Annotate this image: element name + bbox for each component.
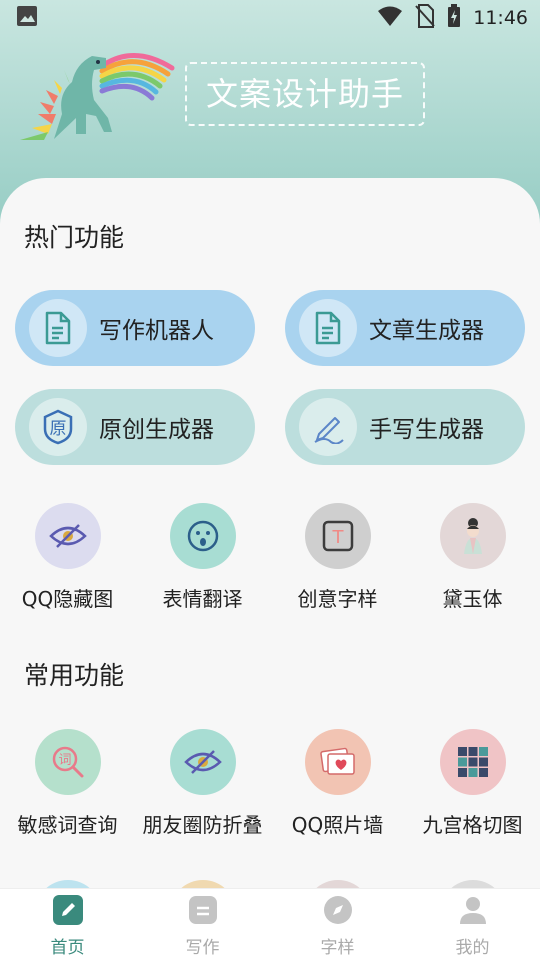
home-pen-icon: [52, 895, 83, 929]
pill-label: 手写生成器: [369, 417, 484, 443]
pill-label: 原创生成器: [99, 417, 214, 443]
bottom-navigation: 首页 写作 字样 我的: [0, 888, 540, 960]
wifi-icon: [377, 5, 403, 31]
eye-hidden-icon: [34, 503, 101, 569]
pill-label: 文章生成器: [369, 318, 484, 344]
creative-text-item[interactable]: T 创意字样: [270, 503, 405, 623]
next-row-item-2[interactable]: [170, 880, 236, 888]
grid-label: 敏感词查询: [17, 813, 118, 837]
grid-label: QQ照片墙: [291, 813, 384, 837]
nav-writing[interactable]: 写作: [135, 889, 270, 960]
grid-label: 创意字样: [297, 587, 378, 611]
content-card: 热门功能 写作机器人 文章生成器 原 原创生成器 手写生成器 QQ隐藏图 表情翻…: [0, 178, 540, 888]
hot-section-title: 热门功能: [24, 223, 125, 252]
nine-grid-icon: [439, 729, 506, 795]
next-row-item-4[interactable]: [440, 880, 506, 888]
pill-label: 写作机器人: [99, 318, 214, 344]
handwriting-generator-button[interactable]: 手写生成器: [285, 389, 525, 465]
text-frame-char: T: [331, 527, 344, 548]
emoji-translate-item[interactable]: 表情翻译: [135, 503, 270, 623]
eye-hidden-icon: [169, 729, 236, 795]
moments-anti-fold-item[interactable]: 朋友圈防折叠: [135, 729, 270, 849]
original-seal-icon: 原: [29, 398, 87, 456]
grid-label: 黛玉体: [442, 587, 503, 611]
grid-label: 朋友圈防折叠: [142, 813, 263, 837]
nav-label: 写作: [185, 938, 220, 958]
original-generator-button[interactable]: 原 原创生成器: [15, 389, 255, 465]
clock: 11:46: [473, 7, 528, 29]
pen-icon: [299, 398, 357, 456]
photo-wall-icon: [304, 729, 371, 795]
word-search-char: 词: [58, 753, 71, 768]
qq-photo-wall-item[interactable]: QQ照片墙: [270, 729, 405, 849]
nav-label: 首页: [50, 938, 85, 958]
nav-label: 我的: [455, 938, 490, 958]
writing-robot-button[interactable]: 写作机器人: [15, 290, 255, 366]
dinosaur-rainbow-illustration: [14, 44, 179, 144]
grid-label: QQ隐藏图: [21, 587, 114, 611]
seal-char: 原: [50, 419, 67, 439]
battery-icon: [447, 4, 461, 32]
emoji-face-icon: [169, 503, 236, 569]
qq-hidden-image-item[interactable]: QQ隐藏图: [0, 503, 135, 623]
nav-fonts[interactable]: 字样: [270, 889, 405, 960]
grid-label: 表情翻译: [162, 587, 243, 611]
status-bar: 11:46: [0, 0, 540, 36]
next-row-item-1[interactable]: [35, 880, 101, 888]
sensitive-word-query-item[interactable]: 词 敏感词查询: [0, 729, 135, 849]
lady-portrait-icon: [439, 503, 506, 569]
compass-icon: [323, 895, 353, 929]
common-section-title: 常用功能: [24, 661, 125, 690]
writing-icon: [188, 895, 218, 929]
no-sim-icon: [415, 4, 435, 32]
text-frame-icon: T: [304, 503, 371, 569]
daiyu-font-item[interactable]: 黛玉体: [405, 503, 540, 623]
next-row-item-3[interactable]: [305, 880, 371, 888]
document-icon: [299, 299, 357, 357]
grid-label: 九宫格切图: [422, 813, 523, 837]
profile-icon: [458, 895, 488, 929]
nine-grid-cut-item[interactable]: 九宫格切图: [405, 729, 540, 849]
article-generator-button[interactable]: 文章生成器: [285, 290, 525, 366]
document-icon: [29, 299, 87, 357]
nav-label: 字样: [320, 938, 355, 958]
nav-home[interactable]: 首页: [0, 889, 135, 960]
nav-mine[interactable]: 我的: [405, 889, 540, 960]
gallery-notification-icon: [16, 5, 38, 31]
word-search-icon: 词: [34, 729, 101, 795]
banner-title: 文案设计助手: [185, 62, 425, 126]
